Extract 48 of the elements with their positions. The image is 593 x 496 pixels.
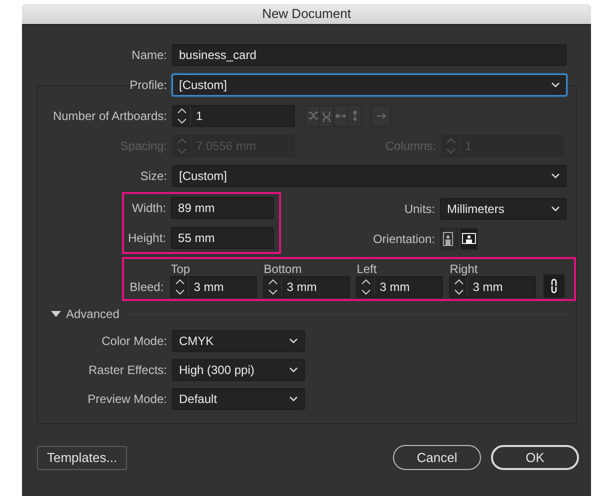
dropdown[interactable]: CMYK xyxy=(172,330,305,352)
dropdown[interactable]: [Custom] xyxy=(172,165,567,187)
portrait-icon xyxy=(442,232,456,246)
chevron-down-icon xyxy=(551,82,560,88)
dropdown[interactable]: Default xyxy=(172,388,305,410)
number-field[interactable]: 3 mm xyxy=(448,276,536,298)
field-label: Left xyxy=(356,262,378,276)
chevron-down-icon xyxy=(289,367,298,373)
dropdown[interactable]: High (300 ppi) xyxy=(172,359,305,381)
number-field[interactable]: 1 xyxy=(172,105,295,127)
field-label: Profile: xyxy=(128,78,167,92)
field-label: Bottom xyxy=(262,262,303,276)
field-label: Bleed: xyxy=(128,279,164,296)
disclosure-toggle[interactable]: Advanced xyxy=(51,307,120,321)
number-field[interactable]: 3 mm xyxy=(356,276,443,298)
number-field[interactable]: 3 mm xyxy=(170,276,257,298)
field-label: Number of Artboards: xyxy=(52,109,167,123)
number-field[interactable]: 3 mm xyxy=(262,276,350,298)
field-label: Right xyxy=(448,262,479,276)
link-button[interactable] xyxy=(542,274,565,298)
field-label: Height: xyxy=(127,231,166,245)
field-label: Orientation: xyxy=(372,232,435,246)
field-label: Top xyxy=(170,262,192,276)
dropdown[interactable]: Millimeters xyxy=(440,198,567,220)
templates-button[interactable]: Templates... xyxy=(37,446,128,470)
text-field[interactable]: 89 mm xyxy=(171,197,274,219)
field-label: Size: xyxy=(139,169,167,183)
landscape-button[interactable] xyxy=(460,228,478,250)
cancel-button[interactable]: Cancel xyxy=(393,445,481,470)
field-label: Width: xyxy=(131,201,166,215)
landscape-icon xyxy=(462,232,476,246)
field-label: Color Mode: xyxy=(100,334,167,348)
text-field[interactable]: 55 mm xyxy=(171,227,274,249)
portrait-button[interactable] xyxy=(440,228,458,250)
triangle-down-icon xyxy=(51,310,61,318)
ok-button[interactable]: OK xyxy=(491,445,579,470)
chevron-down-icon xyxy=(289,338,298,344)
chain-link-icon xyxy=(548,278,559,294)
dropdown[interactable]: [Custom] xyxy=(172,74,567,96)
window-title: New Document xyxy=(22,4,591,25)
field-label: Raster Effects: xyxy=(88,363,167,377)
chevron-down-icon xyxy=(551,206,560,212)
field-label: Preview Mode: xyxy=(86,392,167,406)
field-label: Name: xyxy=(130,48,167,62)
chevron-down-icon xyxy=(289,396,298,402)
text-field[interactable]: business_card xyxy=(172,44,567,66)
field-label: Units: xyxy=(403,202,435,216)
chevron-down-icon xyxy=(551,173,560,179)
